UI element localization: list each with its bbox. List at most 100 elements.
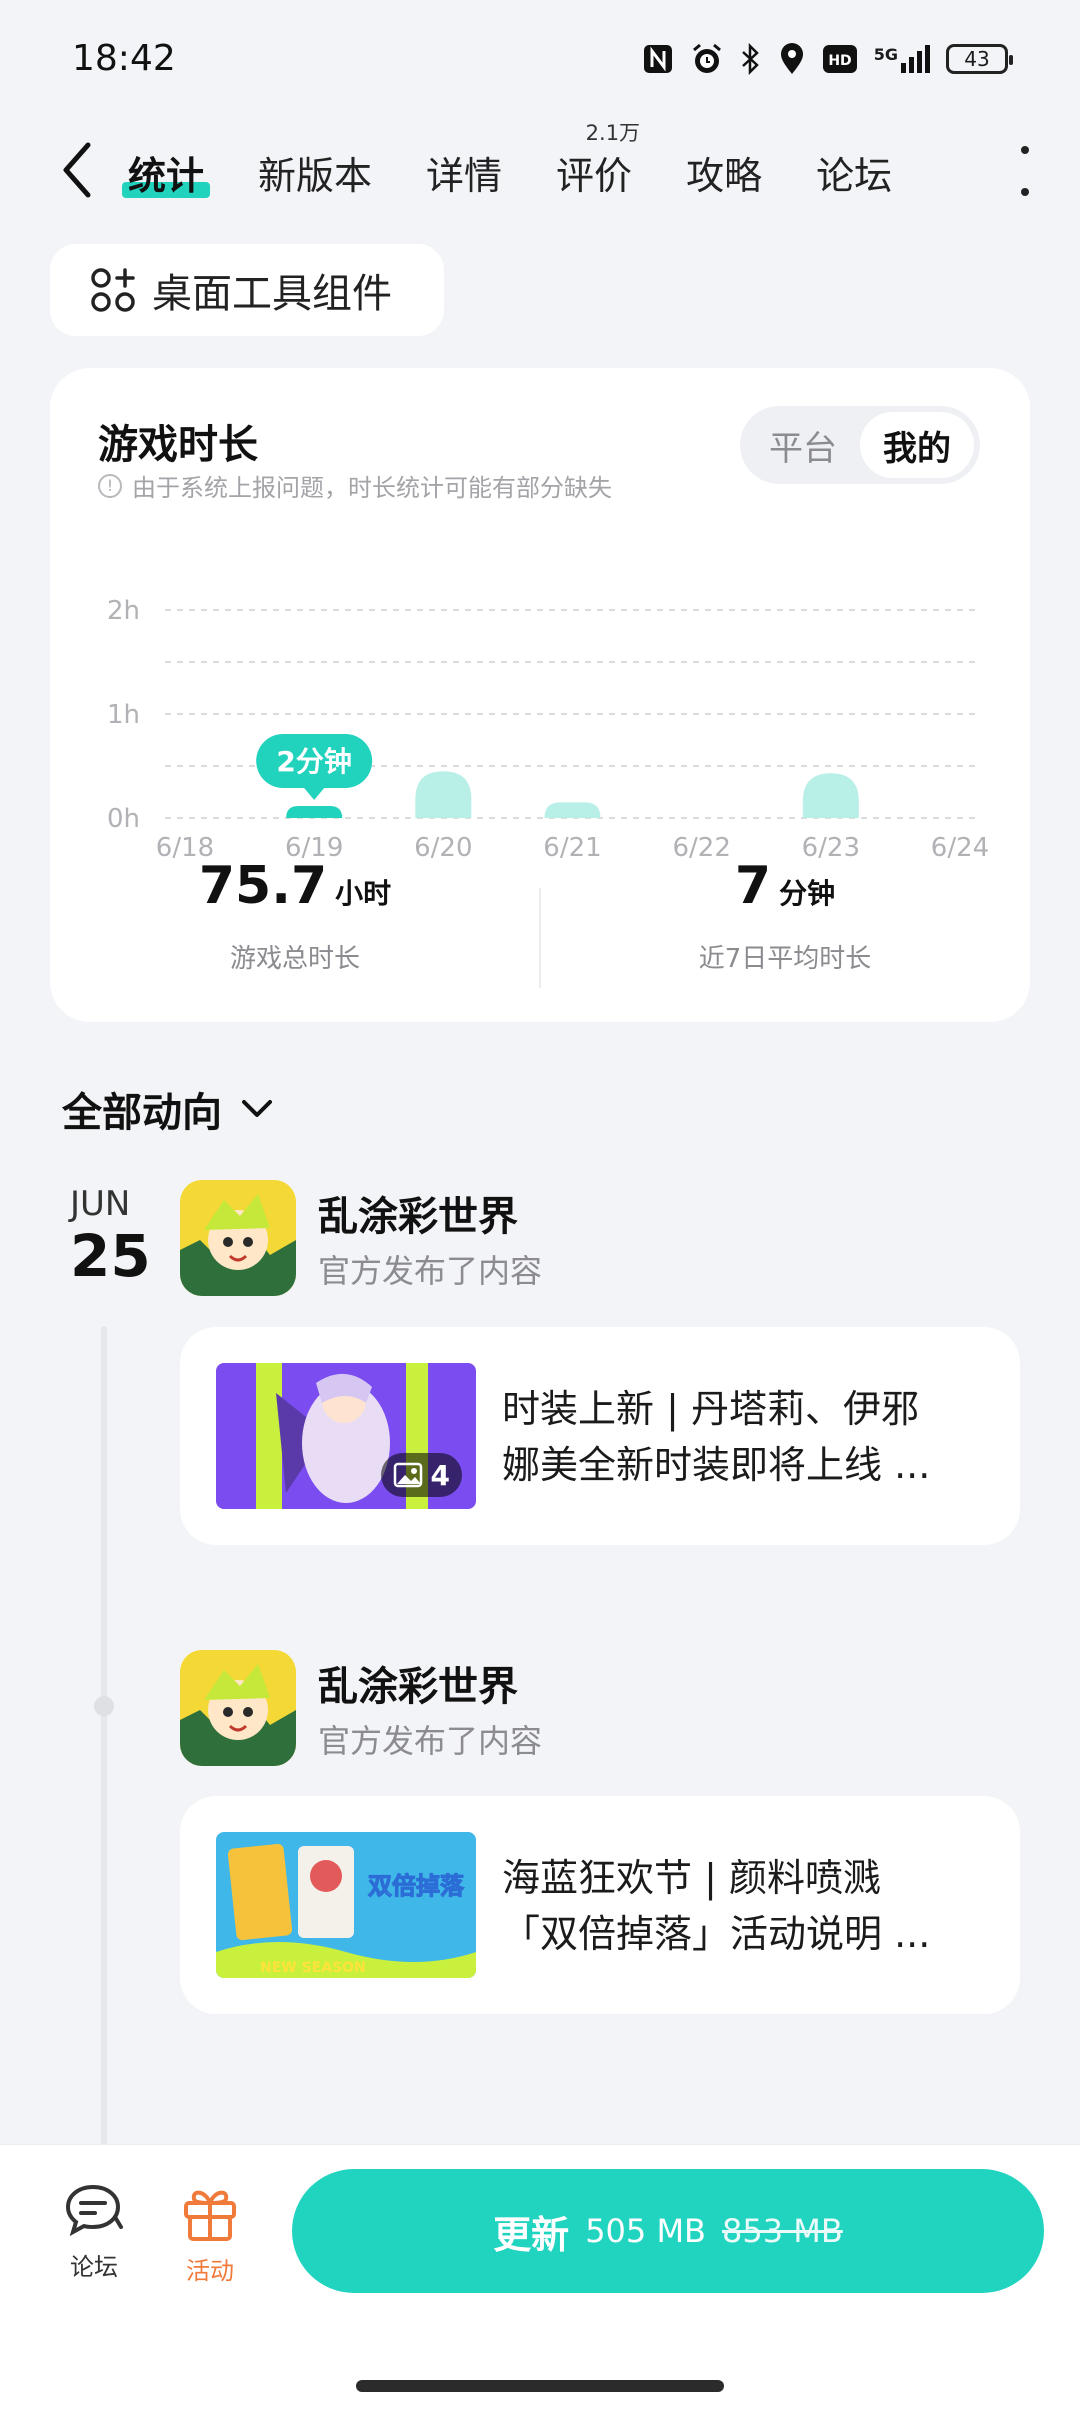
x-tick-label: 6/18 [156, 833, 214, 858]
post-header[interactable]: 乱涂彩世界 官方发布了内容 [180, 1650, 542, 1766]
post-title-line: 「双倍掉落」活动说明 ... [502, 1912, 931, 1956]
bluetooth-icon [741, 42, 759, 76]
image-count: 4 [430, 1458, 450, 1492]
thumb-subtitle: NEW SEASON [260, 1960, 366, 1976]
battery-icon: 43 [946, 44, 1013, 74]
nfc-icon [643, 45, 672, 73]
activity-nav-button[interactable]: 活动 [160, 2183, 260, 2286]
chart-tooltip-pointer [304, 788, 325, 800]
tab-reviews[interactable]: 评价 2.1万 [556, 121, 640, 200]
post-subtitle: 官方发布了内容 [318, 1252, 543, 1290]
chart-tooltip-label: 2分钟 [276, 745, 351, 778]
chat-bubble-icon [65, 2184, 123, 2237]
toggle-platform[interactable]: 平台 [746, 412, 860, 478]
avg-time-stat: 7 分钟 近7日平均时长 [540, 856, 1030, 996]
chart-bar [544, 802, 601, 818]
x-tick-label: 6/24 [931, 833, 989, 858]
x-tick-label: 6/23 [802, 833, 860, 858]
bottom-action-bar: 论坛 活动 更新 505 MB 853 MB [0, 2144, 1080, 2415]
total-time-label: 游戏总时长 [229, 944, 360, 974]
tab-guides[interactable]: 攻略 [686, 145, 762, 200]
play-time-card: 游戏时长 ! 由于系统上报问题，时长统计可能有部分缺失 平台 我的 0h 1h 2h… [50, 368, 1030, 1022]
post-title-line: 时装上新 | 丹塔莉、伊邪 [502, 1387, 919, 1431]
post-card[interactable]: 双倍掉落 NEW SEASON 海蓝狂欢节 | 颜料喷溅 「双倍掉落」活动说明 … [180, 1796, 1020, 2014]
avg-time-unit: 分钟 [779, 877, 836, 910]
app-avatar[interactable] [180, 1180, 296, 1296]
feed-filter-label: 全部动向 [62, 1090, 222, 1136]
post-card[interactable]: 4 时装上新 | 丹塔莉、伊邪 娜美全新时装即将上线 ... [180, 1327, 1020, 1545]
post-title-line: 海蓝狂欢节 | 颜料喷溅 [502, 1856, 881, 1900]
activity-label: 活动 [186, 2257, 234, 2285]
location-icon [780, 43, 803, 74]
svg-text:HD: HD [828, 53, 851, 69]
post-title: 时装上新 | 丹塔莉、伊邪 娜美全新时装即将上线 ... [502, 1381, 992, 1493]
tab-label: 详情 [426, 154, 503, 198]
post-thumbnail[interactable]: 双倍掉落 NEW SEASON [216, 1832, 476, 1978]
total-time-unit: 小时 [335, 877, 392, 910]
summary-divider [539, 888, 541, 988]
x-tick-label: 6/21 [543, 833, 601, 858]
back-button[interactable] [52, 140, 102, 200]
date-day: 25 [70, 1222, 151, 1290]
update-label: 更新 [493, 2212, 570, 2257]
tab-label: 论坛 [816, 154, 893, 198]
tab-label: 攻略 [686, 154, 763, 198]
status-icons: HD 5G 43 [642, 42, 1013, 76]
feed-filter-dropdown[interactable]: 全部动向 [62, 1080, 274, 1138]
update-old-size: 853 MB [722, 2212, 843, 2250]
timeline-dot [94, 1696, 114, 1716]
chevron-down-icon [242, 1100, 272, 1117]
forum-label: 论坛 [70, 2253, 118, 2281]
thumb-title: 双倍掉落 [368, 1872, 465, 1900]
y-tick-label: 2h [107, 596, 140, 626]
chart-bar [415, 771, 472, 818]
post-meta: 乱涂彩世界 官方发布了内容 [318, 1654, 542, 1762]
chevron-left-icon [63, 142, 91, 198]
desktop-widget-button[interactable]: 桌面工具组件 [50, 244, 444, 336]
app-avatar[interactable] [180, 1650, 296, 1766]
post-title-line: 娜美全新时装即将上线 ... [502, 1443, 931, 1487]
total-time-value: 75.7 [198, 856, 328, 916]
more-options-button[interactable] [1010, 146, 1040, 196]
signal-icon: 5G [874, 45, 930, 73]
widget-grid-icon [91, 268, 135, 312]
post-meta: 乱涂彩世界 官方发布了内容 [318, 1184, 542, 1292]
tab-bar: 统计 新版本 详情 评价 2.1万 攻略 论坛 [121, 121, 946, 200]
stats-note: ! 由于系统上报问题，时长统计可能有部分缺失 [98, 468, 612, 503]
chart-bar [286, 806, 343, 818]
tab-new-version[interactable]: 新版本 [258, 145, 372, 200]
stats-note-text: 由于系统上报问题，时长统计可能有部分缺失 [132, 474, 612, 502]
tab-details[interactable]: 详情 [426, 145, 502, 200]
image-count-badge: 4 [380, 1453, 462, 1497]
x-tick-label: 6/20 [414, 833, 472, 858]
post-thumbnail[interactable]: 4 [216, 1363, 476, 1509]
update-button[interactable]: 更新 505 MB 853 MB [292, 2169, 1044, 2293]
info-icon: ! [98, 473, 122, 498]
status-time: 18:42 [72, 38, 176, 79]
network-type: 5G [873, 45, 898, 64]
total-time-stat: 75.7 小时 游戏总时长 [50, 856, 540, 996]
chart-bar [802, 773, 859, 818]
x-tick-label: 6/22 [672, 833, 730, 858]
home-indicator[interactable] [356, 2380, 724, 2392]
play-time-title: 游戏时长 [98, 422, 258, 468]
tab-label: 评价 [556, 154, 633, 198]
date-month: JUN [70, 1184, 131, 1224]
widget-label: 桌面工具组件 [152, 271, 392, 317]
timeline-line [101, 1326, 107, 2146]
y-tick-label: 0h [107, 804, 140, 834]
app-name: 乱涂彩世界 [318, 1664, 518, 1710]
post-header[interactable]: 乱涂彩世界 官方发布了内容 [180, 1180, 542, 1296]
platform-mine-toggle: 平台 我的 [740, 406, 980, 484]
forum-nav-button[interactable]: 论坛 [44, 2183, 144, 2282]
battery-level: 43 [964, 47, 990, 71]
post-title: 海蓝狂欢节 | 颜料喷溅 「双倍掉落」活动说明 ... [502, 1850, 992, 1962]
toggle-mine[interactable]: 我的 [860, 412, 974, 478]
app-name: 乱涂彩世界 [318, 1194, 518, 1240]
image-icon [393, 1462, 422, 1488]
play-time-chart: 0h 1h 2h 6/18 6/19 6/20 6/21 6/22 6/23 6/24 2分钟 [107, 596, 989, 858]
hd-icon: HD [822, 45, 857, 73]
tab-stats[interactable]: 统计 [121, 145, 211, 200]
tab-label: 新版本 [258, 154, 373, 198]
tab-forum[interactable]: 论坛 [816, 145, 892, 200]
